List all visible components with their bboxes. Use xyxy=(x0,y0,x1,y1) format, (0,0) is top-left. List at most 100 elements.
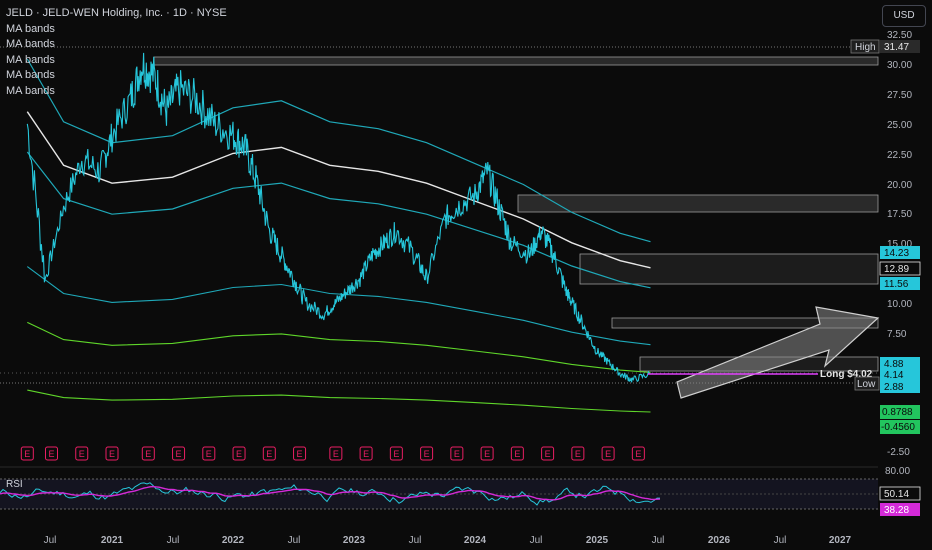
price-line xyxy=(26,52,651,383)
earnings-marker-label: E xyxy=(484,449,490,459)
x-tick-label: 2024 xyxy=(464,535,487,546)
earnings-marker-label: E xyxy=(24,449,30,459)
low-tag-text: Low xyxy=(857,379,876,390)
earnings-marker[interactable]: E xyxy=(202,446,216,461)
earnings-marker[interactable]: E xyxy=(631,446,645,461)
earnings-marker[interactable]: E xyxy=(293,446,307,461)
y-tick-label: 20.00 xyxy=(887,180,912,191)
price-tag-1-text: 14.23 xyxy=(884,248,909,259)
earnings-marker[interactable]: E xyxy=(359,446,373,461)
ma-center-line xyxy=(26,111,651,269)
indicator-ma-bands-3[interactable]: MA bands xyxy=(6,53,227,69)
x-tick-label: 2022 xyxy=(222,535,245,546)
earnings-marker-label: E xyxy=(635,449,641,459)
earnings-marker[interactable]: E xyxy=(541,446,555,461)
currency-button[interactable]: USD xyxy=(882,5,926,27)
earnings-marker-label: E xyxy=(109,449,115,459)
rsi-label: RSI xyxy=(6,479,23,490)
earnings-marker-label: E xyxy=(236,449,242,459)
price-tag-3-text: 11.56 xyxy=(884,279,909,290)
x-tick-label: 2025 xyxy=(586,535,609,546)
x-tick-label: Jul xyxy=(530,535,543,546)
ma-band-green-2 xyxy=(27,389,651,413)
earnings-marker[interactable]: E xyxy=(141,446,155,461)
chart-legend: JELD · JELD-WEN Holding, Inc. · 1D · NYS… xyxy=(6,6,227,99)
y-tick-label: 27.50 xyxy=(887,90,912,101)
indicator-ma-bands-2[interactable]: MA bands xyxy=(6,37,227,53)
earnings-marker-label: E xyxy=(454,449,460,459)
y-tick-label: 30.00 xyxy=(887,60,912,71)
earnings-marker-label: E xyxy=(206,449,212,459)
earnings-marker-label: E xyxy=(297,449,303,459)
earnings-marker[interactable]: E xyxy=(20,446,34,461)
y-tick-label: 25.00 xyxy=(887,120,912,131)
y-tick-label: 22.50 xyxy=(887,150,912,161)
rsi-signal-text: 38.28 xyxy=(884,505,909,516)
y-tick-label: 17.50 xyxy=(887,209,912,220)
earnings-marker[interactable]: E xyxy=(571,446,585,461)
x-tick-label: Jul xyxy=(409,535,422,546)
zone-high xyxy=(153,56,879,66)
ma-band-green-1 xyxy=(27,321,651,373)
price-tag-5-text: 4.14 xyxy=(884,370,904,381)
earnings-marker-label: E xyxy=(363,449,369,459)
time-axis[interactable]: Jul 2021 Jul 2022 Jul 2023 Jul 2024 Jul 2025 Jul 20… xyxy=(44,535,852,546)
ma-band-lower-2 xyxy=(26,266,651,346)
y-tick-label: 7.50 xyxy=(887,329,907,340)
earnings-marker-label: E xyxy=(79,449,85,459)
earnings-marker-label: E xyxy=(545,449,551,459)
x-tick-label: Jul xyxy=(774,535,787,546)
earnings-marker-label: E xyxy=(605,449,611,459)
x-tick-label: Jul xyxy=(288,535,301,546)
earnings-marker-label: E xyxy=(48,449,54,459)
x-tick-label: 2021 xyxy=(101,535,124,546)
y-tick-label: -2.50 xyxy=(887,447,910,458)
earnings-marker-label: E xyxy=(393,449,399,459)
earnings-marker[interactable]: E xyxy=(172,446,186,461)
x-tick-label: Jul xyxy=(44,535,57,546)
indicator-ma-bands-5[interactable]: MA bands xyxy=(6,84,227,100)
earnings-marker[interactable]: E xyxy=(420,446,434,461)
symbol-title[interactable]: JELD · JELD-WEN Holding, Inc. · 1D · NYS… xyxy=(6,6,227,22)
x-tick-label: 2023 xyxy=(343,535,366,546)
y-tick-label: 32.50 xyxy=(887,30,912,41)
earnings-marker[interactable]: E xyxy=(45,446,58,461)
earnings-marker[interactable]: E xyxy=(389,446,403,461)
earnings-marker[interactable]: E xyxy=(480,446,494,461)
earnings-marker[interactable]: E xyxy=(329,446,343,461)
price-tag-2-text: 12.89 xyxy=(884,264,909,275)
x-tick-label: 2026 xyxy=(708,535,731,546)
earnings-marker[interactable]: E xyxy=(262,446,276,461)
earnings-marker[interactable]: E xyxy=(510,446,524,461)
earnings-marker[interactable]: E xyxy=(601,446,615,461)
y-tick-label: 10.00 xyxy=(887,299,912,310)
earnings-marker[interactable]: E xyxy=(232,446,246,461)
rsi-panel xyxy=(0,466,878,510)
x-tick-label: Jul xyxy=(652,535,665,546)
earnings-marker-label: E xyxy=(145,449,151,459)
zone-13 xyxy=(579,253,879,285)
indicator-ma-bands-1[interactable]: MA bands xyxy=(6,22,227,38)
green-tag-1-text: 0.8788 xyxy=(882,407,913,418)
earnings-marker-label: E xyxy=(424,449,430,459)
earnings-marker-label: E xyxy=(333,449,339,459)
earnings-marker[interactable]: E xyxy=(75,446,89,461)
high-price-text: 31.47 xyxy=(884,42,909,53)
earnings-marker[interactable]: E xyxy=(450,446,464,461)
series-layer xyxy=(26,52,651,413)
low-price-text: 2.88 xyxy=(884,382,904,393)
earnings-marker-label: E xyxy=(575,449,581,459)
earnings-markers[interactable]: EEEEEEEEEEEEEEEEEEEEE xyxy=(20,446,645,461)
zone-20 xyxy=(517,194,879,213)
high-tag-text: High xyxy=(855,42,876,53)
earnings-marker-label: E xyxy=(266,449,272,459)
indicator-ma-bands-4[interactable]: MA bands xyxy=(6,68,227,84)
earnings-marker[interactable]: E xyxy=(105,446,119,461)
rsi-current-text: 50.14 xyxy=(884,489,909,500)
price-tag-4-text: 4.88 xyxy=(884,359,904,370)
earnings-marker-label: E xyxy=(176,449,182,459)
green-tag-2-text: -0.4560 xyxy=(881,422,915,433)
price-axis[interactable]: 32.5030.0027.5025.0022.5020.0017.5015.00… xyxy=(887,30,912,458)
x-tick-label: Jul xyxy=(167,535,180,546)
x-tick-label: 2027 xyxy=(829,535,852,546)
